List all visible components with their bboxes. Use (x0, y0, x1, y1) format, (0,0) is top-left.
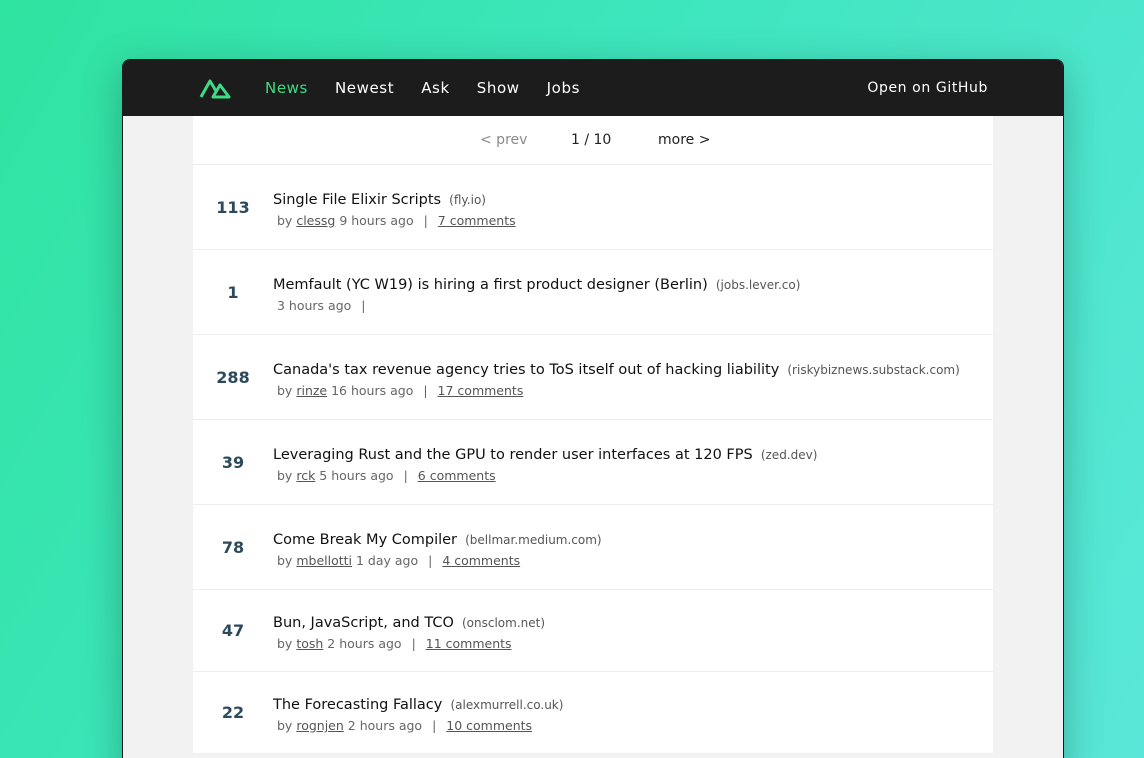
item-comments-link[interactable]: 6 comments (418, 468, 496, 483)
item-host[interactable]: (onsclom.net) (462, 616, 545, 630)
top-nav-bar: News Newest Ask Show Jobs Open on GitHub (123, 60, 1063, 116)
item-score: 39 (221, 452, 245, 472)
meta-separator: | (411, 636, 416, 651)
meta-separator: | (432, 718, 437, 733)
list-item: 39 Leveraging Rust and the GPU to render… (193, 420, 993, 505)
nav-newest[interactable]: Newest (335, 79, 394, 97)
item-comments-link[interactable]: 7 comments (438, 213, 516, 228)
list-item: 113 Single File Elixir Scripts (fly.io) … (193, 165, 993, 250)
item-title-link[interactable]: Leveraging Rust and the GPU to render us… (273, 447, 753, 463)
meta-separator: | (403, 468, 408, 483)
list-item: 288 Canada's tax revenue agency tries to… (193, 335, 993, 420)
item-meta: by rognjen 2 hours ago | 10 comments (277, 718, 532, 733)
app-window: News Newest Ask Show Jobs Open on GitHub… (122, 59, 1064, 758)
item-meta: 3 hours ago | (277, 298, 372, 313)
item-title-link[interactable]: Memfault (YC W19) is hiring a first prod… (273, 277, 708, 293)
item-time: 3 hours ago (277, 298, 352, 313)
item-host[interactable]: (jobs.lever.co) (716, 278, 801, 292)
item-host[interactable]: (riskybiznews.substack.com) (787, 363, 959, 377)
item-user-link[interactable]: tosh (296, 636, 323, 651)
nav-show[interactable]: Show (477, 79, 520, 97)
news-list: < prev 1 / 10 more > 113 Single File Eli… (193, 116, 993, 754)
item-meta: by clessg 9 hours ago | 7 comments (277, 213, 516, 228)
item-score: 288 (216, 367, 250, 387)
item-comments-link[interactable]: 10 comments (446, 718, 532, 733)
item-user-link[interactable]: mbellotti (296, 553, 352, 568)
item-time: 5 hours ago (319, 468, 394, 483)
item-time: 2 hours ago (327, 636, 402, 651)
by-label: by (277, 468, 293, 483)
item-host[interactable]: (zed.dev) (761, 448, 818, 462)
item-meta: by rck 5 hours ago | 6 comments (277, 468, 496, 483)
item-user-link[interactable]: rognjen (296, 718, 343, 733)
nav-news[interactable]: News (265, 79, 308, 97)
item-meta: by tosh 2 hours ago | 11 comments (277, 636, 512, 651)
nav-jobs[interactable]: Jobs (547, 79, 580, 97)
meta-separator: | (428, 553, 433, 568)
item-comments-link[interactable]: 4 comments (442, 553, 520, 568)
logo-icon[interactable] (199, 77, 231, 99)
by-label: by (277, 636, 293, 651)
page-indicator: 1 / 10 (571, 132, 612, 148)
open-on-github-link[interactable]: Open on GitHub (867, 60, 988, 116)
prev-page-link[interactable]: < prev (480, 132, 527, 148)
item-meta: by rinze 16 hours ago | 17 comments (277, 383, 523, 398)
item-time: 9 hours ago (339, 213, 414, 228)
list-item: 78 Come Break My Compiler (bellmar.mediu… (193, 505, 993, 590)
item-score: 78 (221, 537, 245, 557)
by-label: by (277, 553, 293, 568)
item-title-link[interactable]: Come Break My Compiler (273, 532, 457, 548)
meta-separator: | (423, 383, 428, 398)
meta-separator: | (423, 213, 428, 228)
item-title-link[interactable]: Bun, JavaScript, and TCO (273, 615, 454, 631)
item-host[interactable]: (alexmurrell.co.uk) (450, 698, 563, 712)
by-label: by (277, 213, 293, 228)
item-user-link[interactable]: rinze (296, 383, 327, 398)
item-title-link[interactable]: Single File Elixir Scripts (273, 192, 441, 208)
item-score: 47 (221, 621, 245, 640)
item-title-link[interactable]: The Forecasting Fallacy (273, 697, 442, 713)
item-time: 2 hours ago (347, 718, 423, 733)
item-title-link[interactable]: Canada's tax revenue agency tries to ToS… (273, 362, 779, 378)
item-user-link[interactable]: rck (296, 468, 315, 483)
by-label: by (277, 718, 293, 733)
next-page-link[interactable]: more > (658, 132, 710, 148)
item-score: 113 (216, 197, 250, 217)
list-item: 22 The Forecasting Fallacy (alexmurrell.… (193, 672, 993, 754)
item-time: 16 hours ago (331, 383, 414, 398)
main-nav: News Newest Ask Show Jobs (265, 60, 607, 116)
item-comments-link[interactable]: 11 comments (426, 636, 512, 651)
item-host[interactable]: (bellmar.medium.com) (465, 533, 601, 547)
pagination: < prev 1 / 10 more > (193, 116, 993, 165)
meta-separator: | (361, 298, 366, 313)
item-comments-link[interactable]: 17 comments (438, 383, 524, 398)
item-time: 1 day ago (355, 553, 419, 568)
list-item: 47 Bun, JavaScript, and TCO (onsclom.net… (193, 590, 993, 672)
nav-ask[interactable]: Ask (421, 79, 450, 97)
list-item: 1 Memfault (YC W19) is hiring a first pr… (193, 250, 993, 335)
item-host[interactable]: (fly.io) (449, 193, 486, 207)
by-label: by (277, 383, 293, 398)
item-meta: by mbellotti 1 day ago | 4 comments (277, 553, 520, 568)
item-score: 22 (221, 703, 245, 722)
item-user-link[interactable]: clessg (296, 213, 335, 228)
item-score: 1 (227, 282, 239, 302)
